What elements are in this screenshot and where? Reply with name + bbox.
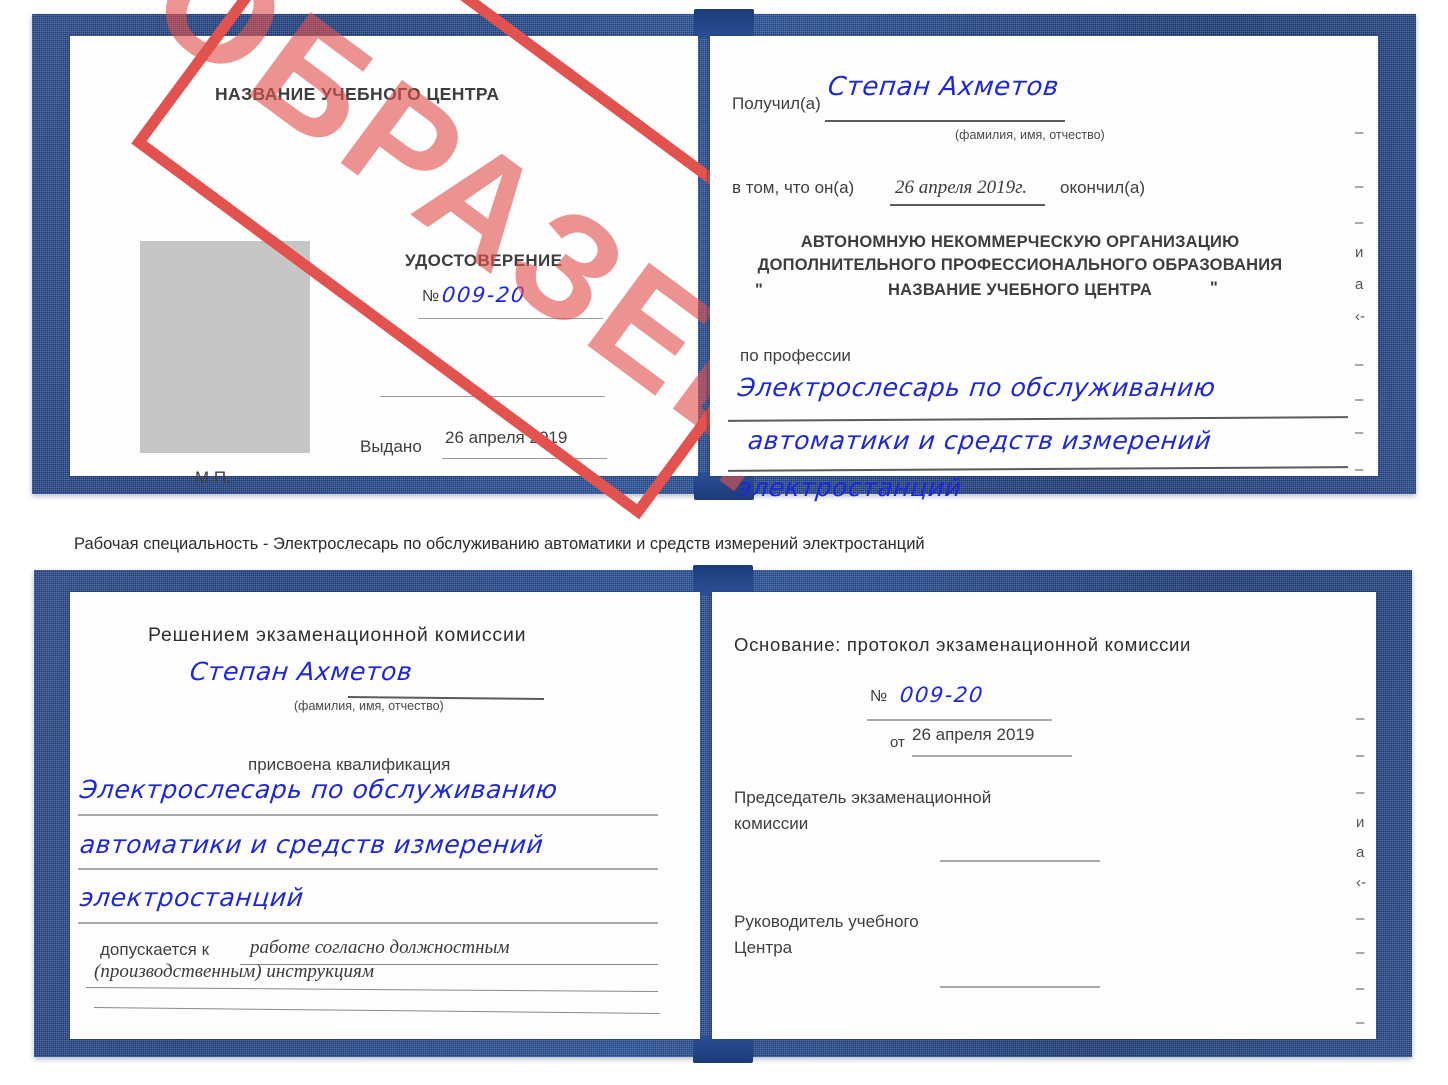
top-right-page: Получил(а) Степан Ахметов (фамилия, имя,… xyxy=(710,36,1378,502)
edge-char-5: ‹- xyxy=(1355,308,1365,325)
edge-char-1: – xyxy=(1355,178,1364,195)
qualification-label: присвоена квалификация xyxy=(248,755,451,774)
allowed-label: допускается к xyxy=(100,940,210,959)
photo-placeholder xyxy=(140,241,310,453)
edge-char-b1: – xyxy=(1356,747,1365,764)
certificate-title: УДОСТОВЕРЕНИЕ xyxy=(405,251,563,270)
seal-label: М.П. xyxy=(195,468,231,487)
spine-tab-top-2 xyxy=(693,565,753,595)
edge-char-7: – xyxy=(1355,391,1364,408)
fio-hint-2: (фамилия, имя, отчество) xyxy=(294,699,444,713)
recipient-rule xyxy=(825,120,1065,122)
profession-label: по профессии xyxy=(740,346,851,365)
basis-label: Основание: протокол экзаменационной коми… xyxy=(734,634,1192,655)
org-line-2: ДОПОЛНИТЕЛЬНОГО ПРОФЕССИОНАЛЬНОГО ОБРАЗО… xyxy=(757,256,1283,274)
certificate-bottom: Решением экзаменационной комиссии Степан… xyxy=(34,565,1412,1063)
head-line-1: Руководитель учебного xyxy=(734,912,919,931)
top-left-page: НАЗВАНИЕ УЧЕБНОГО ЦЕНТРА УДОСТОВЕРЕНИЕ №… xyxy=(70,0,839,520)
training-center-heading: НАЗВАНИЕ УЧЕБНОГО ЦЕНТРА xyxy=(215,84,500,104)
head-signature-rule xyxy=(940,986,1100,988)
edge-char-b2: – xyxy=(1356,784,1365,801)
edge-char-6: – xyxy=(1355,356,1364,373)
allowed-line-2: (производственным) инструкциям xyxy=(94,961,374,982)
edge-char-4: а xyxy=(1355,276,1364,293)
edge-char-b3: и xyxy=(1356,814,1365,831)
qualification-rule-2 xyxy=(78,868,658,870)
chair-line-1: Председатель экзаменационной xyxy=(734,788,992,807)
qualification-rule-1 xyxy=(78,814,658,816)
spine-tab-bottom-2 xyxy=(693,1035,753,1063)
protocol-number-rule xyxy=(867,719,1052,721)
bottom-gutter xyxy=(708,594,711,1038)
profession-line-3: электростанций xyxy=(736,473,964,502)
protocol-date-label: от xyxy=(890,734,905,751)
blank-rule xyxy=(380,396,605,397)
certificate-number: 009-20 xyxy=(440,283,528,307)
bottom-right-page: Основание: протокол экзаменационной коми… xyxy=(712,592,1376,1039)
profession-line-2: автоматики и средств измерений xyxy=(746,426,1214,455)
finished-label: окончил(а) xyxy=(1060,178,1145,197)
qualification-line-3: электростанций xyxy=(78,883,306,912)
edge-char-3: и xyxy=(1355,244,1364,261)
allowed-rule-2 xyxy=(86,987,658,992)
org-line-3: НАЗВАНИЕ УЧЕБНОГО ЦЕНТРА xyxy=(888,281,1152,299)
edge-char-b4: а xyxy=(1356,844,1365,861)
spine-tab-top xyxy=(694,9,754,39)
chair-line-2: комиссии xyxy=(734,814,809,833)
number-rule xyxy=(418,318,603,319)
edge-char-2: – xyxy=(1355,214,1364,231)
org-quote-close: " xyxy=(1210,279,1219,297)
qualification-line-2: автоматики и средств измерений xyxy=(78,830,546,859)
edge-char-8: – xyxy=(1355,424,1364,441)
protocol-number-label: № xyxy=(870,688,888,705)
fio-hint: (фамилия, имя, отчество) xyxy=(955,128,1105,142)
allowed-line-1: работе согласно должностным xyxy=(250,937,510,958)
edge-char-b8: – xyxy=(1356,980,1365,997)
bottom-left-page: Решением экзаменационной комиссии Степан… xyxy=(70,592,700,1039)
org-line-1: АВТОНОМНУЮ НЕКОММЕРЧЕСКУЮ ОРГАНИЗАЦИЮ xyxy=(800,233,1240,251)
number-label: № xyxy=(422,288,440,305)
edge-char-0: – xyxy=(1355,124,1364,141)
protocol-date-rule xyxy=(912,755,1072,757)
qualification-rule-3 xyxy=(78,922,658,924)
certificate-top: НАЗВАНИЕ УЧЕБНОГО ЦЕНТРА УДОСТОВЕРЕНИЕ №… xyxy=(32,0,1416,520)
edge-char-b0: – xyxy=(1356,710,1365,727)
protocol-date-value: 26 апреля 2019 xyxy=(912,725,1035,744)
edge-char-b5: ‹- xyxy=(1356,874,1366,891)
page-caption: Рабочая специальность - Электрослесарь п… xyxy=(74,535,925,553)
chair-signature-rule xyxy=(940,860,1100,862)
received-label: Получил(а) xyxy=(732,94,821,113)
profession-rule-2 xyxy=(728,466,1348,472)
completion-date: 26 апреля 2019г. xyxy=(895,177,1027,198)
top-gutter xyxy=(706,38,709,474)
profession-rule-1 xyxy=(728,416,1348,422)
allowed-rule-3 xyxy=(94,1007,660,1014)
head-line-2: Центра xyxy=(734,938,793,957)
qualification-line-1: Электрослесарь по обслуживанию xyxy=(78,775,560,804)
profession-line-1: Электрослесарь по обслуживанию xyxy=(736,373,1218,402)
graduate-name: Степан Ахметов xyxy=(188,657,415,686)
issued-rule xyxy=(442,458,607,459)
completion-date-rule xyxy=(890,204,1045,206)
edge-char-b7: – xyxy=(1356,944,1365,961)
recipient-name: Степан Ахметов xyxy=(826,72,1061,102)
decision-heading: Решением экзаменационной комиссии xyxy=(148,624,527,646)
edge-char-b6: – xyxy=(1356,910,1365,927)
protocol-number-value: 009-20 xyxy=(898,683,986,707)
issued-label: Выдано xyxy=(360,437,422,456)
edge-char-b9: – xyxy=(1356,1014,1365,1031)
issued-date: 26 апреля 2019 xyxy=(445,428,568,447)
edge-char-9: – xyxy=(1355,461,1364,478)
that-he-label: в том, что он(а) xyxy=(732,178,855,197)
